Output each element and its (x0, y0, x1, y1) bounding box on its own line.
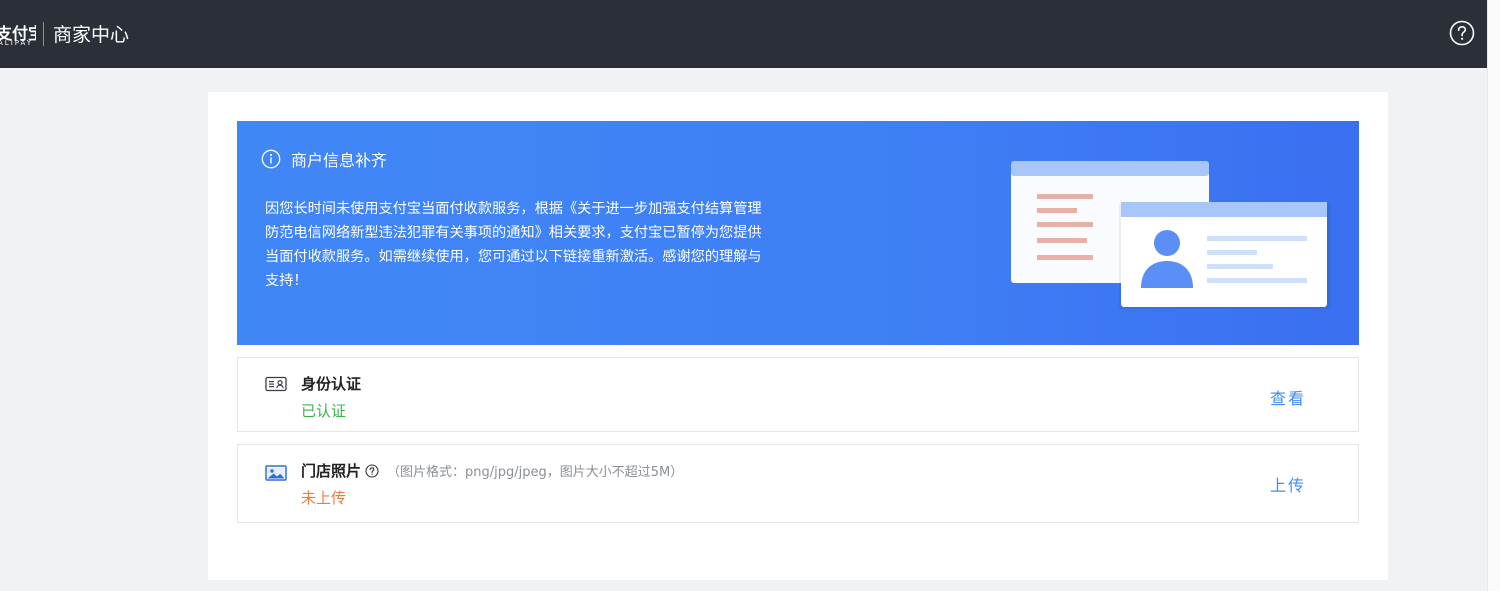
notice-banner: 商户信息补齐 因您长时间未使用支付宝当面付收款服务，根据《关于进一步加强支付结算… (237, 121, 1359, 345)
image-icon (265, 465, 287, 481)
store-photo-label: 门店照片 (301, 462, 362, 480)
identity-verification-title: 身份认证 (301, 373, 361, 394)
info-circle-icon (261, 149, 281, 169)
banner-heading: 商户信息补齐 (261, 147, 387, 171)
store-photo-title: 门店照片 （图片格式：png/jpg/jpeg，图片大小不超过5M） (301, 460, 683, 481)
alipay-logo[interactable]: 支付宝 ALIPAY (0, 16, 36, 52)
logo-divider (43, 22, 44, 46)
upload-button[interactable]: 上传 (1270, 472, 1306, 496)
identity-verification-label: 身份认证 (301, 375, 362, 393)
file-format-hint: （图片格式：png/jpg/jpeg，图片大小不超过5M） (387, 465, 684, 480)
banner-title: 商户信息补齐 (291, 151, 388, 170)
id-card-illustration (1011, 161, 1331, 309)
banner-description: 因您长时间未使用支付宝当面付收款服务，根据《关于进一步加强支付结算管理防范电信网… (265, 201, 762, 289)
question-circle-icon[interactable] (365, 463, 379, 478)
help-circle-icon (1449, 20, 1475, 46)
app-title: 商家中心 (53, 24, 130, 46)
view-button[interactable]: 查看 (1270, 385, 1306, 409)
store-photo-row: 门店照片 （图片格式：png/jpg/jpeg，图片大小不超过5M） 未上传 上… (237, 444, 1359, 523)
upload-status: 未上传 (301, 489, 347, 507)
logo-subtext: ALIPAY (0, 39, 34, 47)
identity-status: 已认证 (301, 402, 347, 420)
top-navigation-bar: 支付宝 ALIPAY 商家中心 (0, 0, 1487, 68)
help-button[interactable] (1449, 20, 1475, 46)
id-card-icon (265, 376, 287, 392)
page-scrollbar[interactable] (1487, 0, 1500, 591)
identity-verification-row: 身份认证 已认证 查看 (237, 357, 1359, 432)
